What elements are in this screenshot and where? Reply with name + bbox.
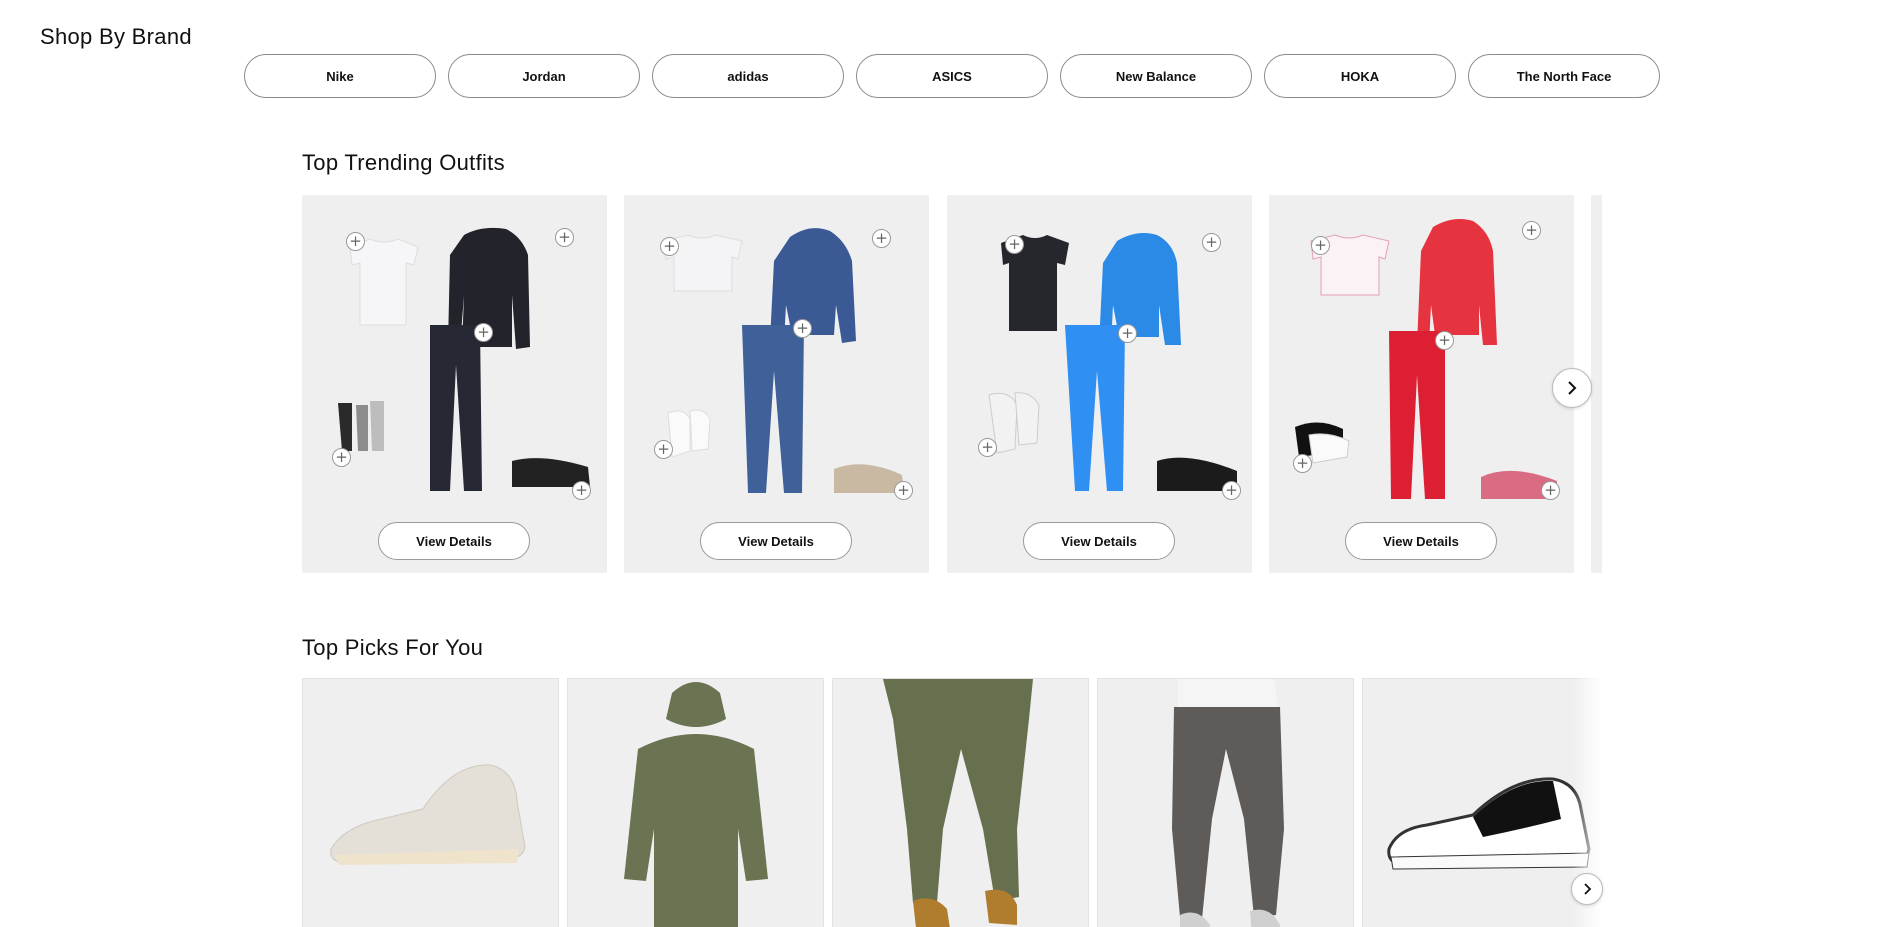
add-item-icon[interactable]: +	[1293, 454, 1312, 473]
add-item-icon[interactable]: +	[978, 438, 997, 457]
chevron-right-icon	[1568, 381, 1577, 395]
picks-carousel-next-button[interactable]	[1571, 873, 1603, 905]
product-image	[883, 679, 1033, 927]
view-details-button[interactable]: View Details	[1023, 522, 1175, 560]
add-item-icon[interactable]: +	[872, 229, 891, 248]
brand-pill-asics[interactable]: ASICS	[856, 54, 1048, 98]
view-details-button[interactable]: View Details	[700, 522, 852, 560]
brand-pill-the-north-face[interactable]: The North Face	[1468, 54, 1660, 98]
product-image	[624, 682, 768, 927]
product-image	[1387, 777, 1591, 870]
brand-pill-nike[interactable]: Nike	[244, 54, 436, 98]
chevron-right-icon	[1584, 883, 1592, 895]
top-picks-title: Top Picks For You	[302, 635, 484, 660]
brand-pill-adidas[interactable]: adidas	[652, 54, 844, 98]
outfit-card[interactable]: + + + + + View Details	[1269, 195, 1574, 573]
add-item-icon[interactable]: +	[1222, 481, 1241, 500]
product-card[interactable]	[1362, 678, 1602, 927]
outfit-carousel-next-button[interactable]	[1552, 368, 1592, 408]
brand-pill-jordan[interactable]: Jordan	[448, 54, 640, 98]
product-card[interactable]	[832, 678, 1089, 927]
brand-pill-row: Nike Jordan adidas ASICS New Balance HOK…	[244, 54, 1660, 98]
add-item-icon[interactable]: +	[1202, 233, 1221, 252]
shop-by-brand-title: Shop By Brand	[40, 24, 192, 49]
add-item-icon[interactable]: +	[1118, 324, 1137, 343]
add-item-icon[interactable]: +	[894, 481, 913, 500]
add-item-icon[interactable]: +	[1005, 235, 1024, 254]
add-item-icon[interactable]: +	[555, 228, 574, 247]
add-item-icon[interactable]: +	[660, 237, 679, 256]
brand-pill-hoka[interactable]: HOKA	[1264, 54, 1456, 98]
add-item-icon[interactable]: +	[572, 481, 591, 500]
add-item-icon[interactable]: +	[654, 440, 673, 459]
outfit-card-partial[interactable]	[1591, 195, 1602, 573]
add-item-icon[interactable]: +	[1522, 221, 1541, 240]
top-trending-outfits-title: Top Trending Outfits	[302, 150, 505, 175]
add-item-icon[interactable]: +	[346, 232, 365, 251]
outfit-card[interactable]: + + + + + View Details	[947, 195, 1252, 573]
add-item-icon[interactable]: +	[332, 448, 351, 467]
add-item-icon[interactable]: +	[1311, 236, 1330, 255]
product-card[interactable]	[1097, 678, 1354, 927]
product-image	[330, 764, 526, 865]
view-details-button[interactable]: View Details	[1345, 522, 1497, 560]
outfit-card[interactable]: + + + + + View Details	[624, 195, 929, 573]
product-card[interactable]	[302, 678, 559, 927]
add-item-icon[interactable]: +	[793, 319, 812, 338]
product-card[interactable]	[567, 678, 824, 927]
brand-pill-new-balance[interactable]: New Balance	[1060, 54, 1252, 98]
add-item-icon[interactable]: +	[1435, 331, 1454, 350]
view-details-button[interactable]: View Details	[378, 522, 530, 560]
outfit-carousel: + + + + + View Details + + + + + View De…	[302, 195, 1602, 573]
picks-carousel	[302, 678, 1602, 927]
outfit-card[interactable]: + + + + + View Details	[302, 195, 607, 573]
add-item-icon[interactable]: +	[1541, 481, 1560, 500]
product-image	[1172, 679, 1284, 927]
add-item-icon[interactable]: +	[474, 323, 493, 342]
